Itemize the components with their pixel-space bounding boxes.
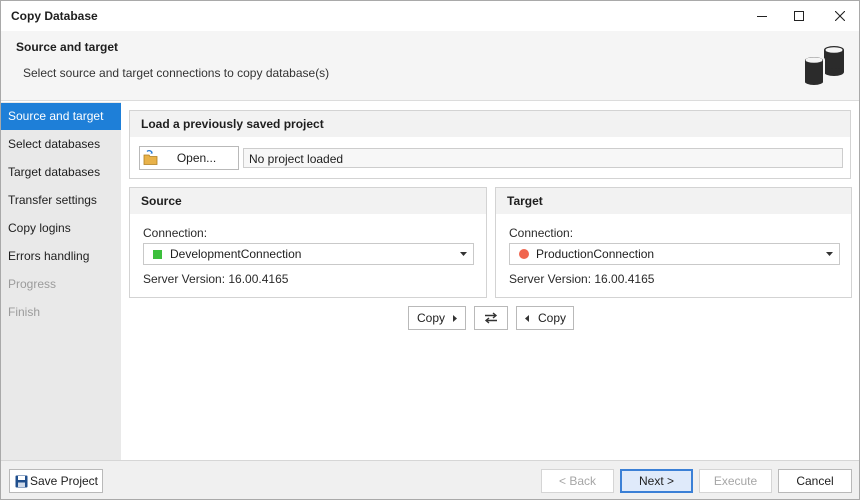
sidebar-item-finish: Finish xyxy=(8,305,41,319)
close-icon xyxy=(835,11,845,21)
load-project-heading: Load a previously saved project xyxy=(130,111,850,137)
wizard-steps-sidebar: Source and target Select databases Targe… xyxy=(1,102,121,460)
open-project-button[interactable]: Open... xyxy=(139,146,239,170)
sidebar-item-progress: Progress xyxy=(8,277,57,291)
target-connection-value: ProductionConnection xyxy=(536,247,655,261)
arrow-left-icon xyxy=(525,315,529,322)
main-content: Load a previously saved project Open... … xyxy=(121,102,859,460)
minimize-icon xyxy=(757,16,767,17)
close-window-button[interactable] xyxy=(821,1,859,31)
open-folder-icon xyxy=(143,150,158,165)
source-connection-value: DevelopmentConnection xyxy=(170,247,302,261)
sidebar-item-target-databases[interactable]: Target databases xyxy=(1,159,121,186)
maximize-icon xyxy=(794,11,804,21)
target-connection-color-icon xyxy=(519,249,529,259)
sidebar-item-copy-logins[interactable]: Copy logins xyxy=(1,215,121,242)
databases-icon xyxy=(803,46,844,87)
source-connection-color-icon xyxy=(153,249,162,259)
title-bar: Copy Database xyxy=(1,1,859,31)
wizard-header: Source and target Select source and targ… xyxy=(1,31,859,101)
source-server-version: Server Version: 16.00.4165 xyxy=(143,272,289,286)
save-project-label: Save Project xyxy=(29,474,99,488)
page-subtitle: Select source and target connections to … xyxy=(23,66,330,80)
source-connection-label: Connection: xyxy=(143,226,208,240)
sidebar-item-source-and-target[interactable]: Source and target xyxy=(1,103,121,130)
copy-database-window: Copy Database Source and target Select s… xyxy=(0,0,860,500)
save-disk-icon xyxy=(15,475,28,488)
save-project-button[interactable]: Save Project xyxy=(9,469,103,493)
window-title: Copy Database xyxy=(11,9,98,23)
source-group: Source Connection: DevelopmentConnection… xyxy=(129,187,487,298)
swap-connections-button[interactable] xyxy=(474,306,508,330)
target-server-version: Server Version: 16.00.4165 xyxy=(509,272,655,286)
sidebar-item-errors-handling[interactable]: Errors handling xyxy=(1,243,121,270)
target-connection-dropdown[interactable]: ProductionConnection xyxy=(509,243,840,265)
minimize-button[interactable] xyxy=(743,1,781,31)
back-button: < Back xyxy=(541,469,614,493)
copy-to-target-button[interactable]: Copy xyxy=(408,306,466,330)
target-heading: Target xyxy=(496,188,851,214)
sidebar-item-select-databases[interactable]: Select databases xyxy=(1,131,121,158)
source-heading: Source xyxy=(130,188,486,214)
chevron-down-icon xyxy=(826,252,833,256)
open-project-label: Open... xyxy=(176,151,217,165)
copy-to-source-label: Copy xyxy=(537,311,566,325)
chevron-down-icon xyxy=(460,252,467,256)
next-button[interactable]: Next > xyxy=(620,469,693,493)
copy-to-source-button[interactable]: Copy xyxy=(516,306,574,330)
copy-to-target-label: Copy xyxy=(416,311,445,325)
arrow-right-icon xyxy=(453,315,457,322)
maximize-button[interactable] xyxy=(780,1,818,31)
project-status-field: No project loaded xyxy=(243,148,843,168)
sidebar-item-transfer-settings[interactable]: Transfer settings xyxy=(1,187,121,214)
target-connection-label: Connection: xyxy=(509,226,574,240)
page-title: Source and target xyxy=(16,40,119,54)
execute-button: Execute xyxy=(699,469,772,493)
source-connection-dropdown[interactable]: DevelopmentConnection xyxy=(143,243,474,265)
target-group: Target Connection: ProductionConnection … xyxy=(495,187,852,298)
wizard-footer: Save Project < Back Next > Execute Cance… xyxy=(1,460,859,499)
swap-arrows-icon xyxy=(484,312,498,324)
cancel-button[interactable]: Cancel xyxy=(778,469,852,493)
load-project-group: Load a previously saved project Open... … xyxy=(129,110,851,179)
